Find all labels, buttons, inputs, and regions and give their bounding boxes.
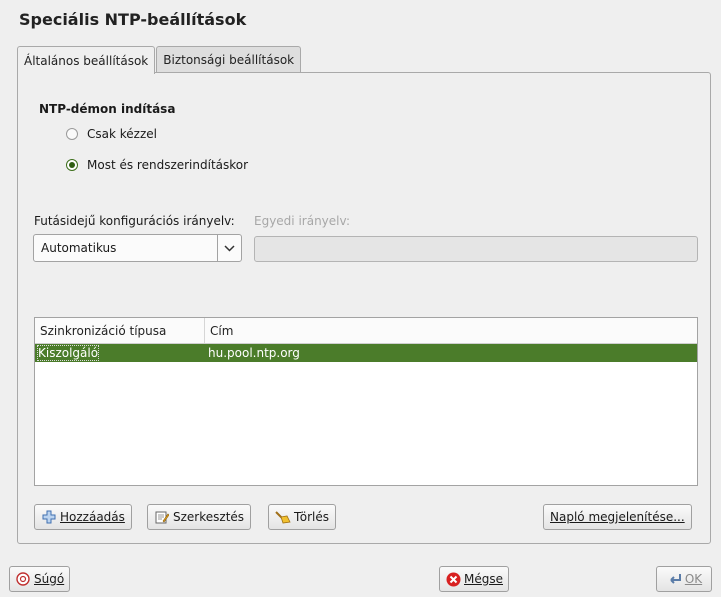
table-row[interactable]: Kiszolgáló hu.pool.ntp.org	[35, 344, 697, 362]
radio-now-and-boot-label: Most és rendszerindításkor	[87, 158, 249, 172]
cell-type-text: Kiszolgáló	[36, 345, 100, 361]
radio-now-and-boot-indicator[interactable]	[66, 159, 78, 171]
cancel-icon	[445, 571, 461, 587]
runtime-policy-value: Automatikus	[41, 241, 117, 255]
column-header-type[interactable]: Szinkronizáció típusa	[35, 318, 205, 343]
radio-manual-label: Csak kézzel	[87, 127, 157, 141]
add-button-label: Hozzáadás	[60, 510, 125, 524]
table-header: Szinkronizáció típusa Cím	[35, 318, 697, 344]
tab-security[interactable]: Biztonsági beállítások	[156, 46, 302, 73]
plus-icon	[41, 509, 57, 525]
chevron-down-icon[interactable]	[217, 235, 241, 261]
runtime-policy-select[interactable]: Automatikus	[33, 234, 242, 262]
custom-policy-label: Egyedi irányelv:	[254, 214, 350, 228]
ok-button-label: OK	[684, 572, 703, 586]
radio-manual[interactable]: Csak kézzel	[66, 127, 157, 141]
general-settings-panel: NTP-démon indítása Csak kézzel Most és r…	[17, 72, 711, 544]
runtime-policy-label: Futásidejű konfigurációs irányelv:	[34, 214, 235, 228]
cancel-button-label: Mégse	[464, 572, 503, 586]
ok-button[interactable]: OK	[656, 566, 712, 592]
edit-icon	[154, 509, 170, 525]
radio-now-and-boot[interactable]: Most és rendszerindításkor	[66, 158, 248, 172]
cancel-button[interactable]: Mégse	[439, 566, 509, 592]
help-button-label: Súgó	[34, 572, 65, 586]
edit-button-label: Szerkesztés	[173, 510, 245, 524]
custom-policy-input[interactable]	[254, 236, 698, 262]
server-table: Szinkronizáció típusa Cím Kiszolgáló hu.…	[34, 317, 698, 486]
tab-general[interactable]: Általános beállítások	[17, 46, 156, 74]
show-log-button-label: Napló megjelenítése...	[550, 510, 685, 524]
column-header-address[interactable]: Cím	[205, 318, 697, 343]
radio-manual-indicator[interactable]	[66, 128, 78, 140]
cell-address: hu.pool.ntp.org	[208, 346, 300, 360]
edit-button[interactable]: Szerkesztés	[147, 504, 252, 530]
delete-button-label: Törlés	[294, 510, 330, 524]
page-title: Speciális NTP-beállítások	[19, 10, 247, 29]
delete-button[interactable]: Törlés	[268, 504, 337, 530]
ok-arrow-icon	[666, 571, 682, 587]
help-button[interactable]: Súgó	[9, 566, 71, 592]
broom-icon	[275, 509, 291, 525]
add-button[interactable]: Hozzáadás	[34, 504, 132, 530]
start-heading: NTP-démon indítása	[39, 102, 176, 116]
show-log-button[interactable]: Napló megjelenítése...	[543, 504, 692, 530]
help-icon	[15, 571, 31, 587]
cell-type: Kiszolgáló	[35, 345, 205, 361]
tab-bar: Általános beállítások Biztonsági beállít…	[17, 46, 302, 74]
